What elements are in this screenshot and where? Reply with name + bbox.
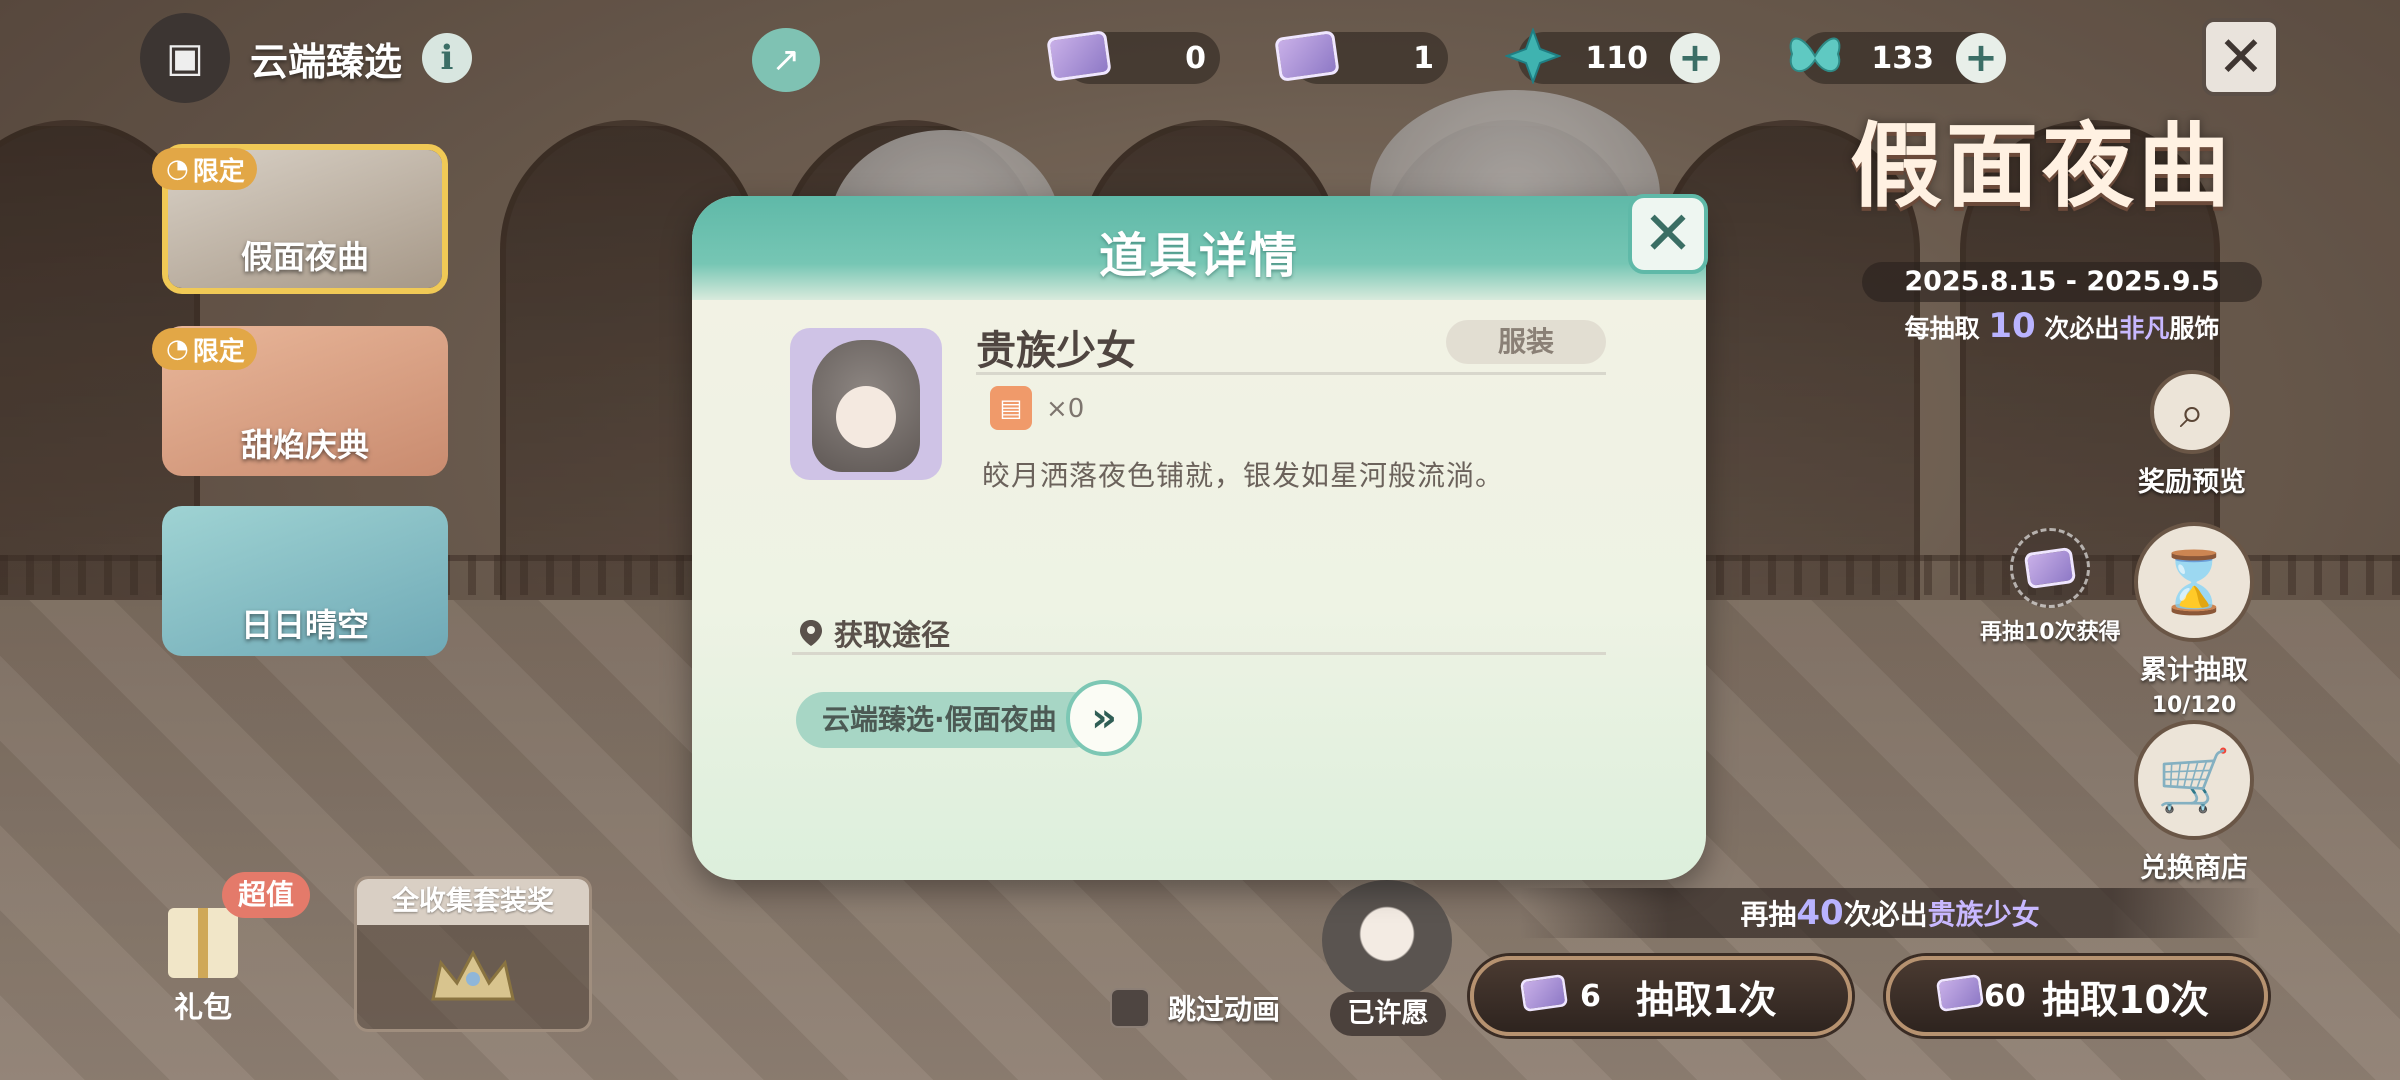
reward-preview-label: 奖励预览 <box>2138 467 2246 498</box>
guarantee-number: 40 <box>1796 893 1844 933</box>
note-text: 次必出 <box>2044 314 2120 343</box>
add-currency-button[interactable]: + <box>1956 33 2006 83</box>
guarantee-text: 再抽 <box>1740 898 1797 931</box>
currency-butterfly-gem: 133 + <box>1789 32 2006 84</box>
draw-cost: 6 <box>1580 978 1601 1014</box>
limited-tag-label: 限定 <box>192 156 245 187</box>
wish-ticket-icon <box>1935 973 1985 1013</box>
cumulative-progress: 10/120 <box>2151 693 2237 718</box>
bag-icon: ▤ <box>990 386 1032 430</box>
limited-tag: ◔ 限定 <box>152 328 257 370</box>
guarantee-banner: 再抽40次必出贵族少女 <box>1520 888 2260 938</box>
wish-ticket-icon <box>1519 973 1569 1013</box>
item-type-badge: 服装 <box>1446 320 1606 364</box>
draw-label: 抽取1次 <box>1636 977 1777 1022</box>
wish-ticket-icon <box>2010 528 2091 608</box>
skip-animation-toggle[interactable]: 跳过动画 <box>1110 988 1280 1028</box>
guarantee-highlight: 贵族少女 <box>1927 898 2040 931</box>
dialog-header: 道具详情 <box>692 196 1706 300</box>
owned-count: ×0 <box>1046 394 1085 424</box>
note-text: 每抽取 <box>1904 314 1980 343</box>
add-currency-button[interactable]: + <box>1670 33 1720 83</box>
location-pin-icon <box>800 620 822 646</box>
currency-value: 110 <box>1585 40 1648 76</box>
guarantee-text: 次必出 <box>1843 898 1928 931</box>
shop-label: 兑换商店 <box>2140 853 2248 884</box>
banner-label: 甜焰庆典 <box>240 426 369 464</box>
currency-value: 0 <box>1185 40 1206 76</box>
wished-item-avatar[interactable] <box>1322 880 1452 1000</box>
item-detail-dialog: 道具详情 贵族少女 服装 ▤ ×0 皎月洒落夜色铺就，银发如星河般流淌。 获取途… <box>692 196 1706 880</box>
event-logo: 假面夜曲 <box>1850 112 2235 220</box>
cumulative-label: 累计抽取 <box>2140 655 2248 686</box>
gift-label: 礼包 <box>173 990 232 1024</box>
gift-icon <box>168 908 238 978</box>
draw-label: 抽取10次 <box>2042 977 2209 1022</box>
super-value-tag: 超值 <box>222 872 311 918</box>
limited-tag-label: 限定 <box>192 336 245 367</box>
wish-ticket-purple-icon <box>1274 26 1340 86</box>
shop-cart-icon: 🛒 <box>2134 720 2254 840</box>
hourglass-icon: ⌛ <box>2134 522 2254 642</box>
top-header: ▣ 云端臻选 i <box>140 13 473 103</box>
close-page-button[interactable]: ✕ <box>2202 18 2280 96</box>
page-title: 云端臻选 <box>250 39 403 84</box>
exchange-shop-button[interactable]: 🛒 兑换商店 <box>2134 720 2254 885</box>
skip-animation-label: 跳过动画 <box>1168 993 1281 1026</box>
draw-ten-button[interactable]: 60 抽取10次 <box>1886 956 2268 1036</box>
draw-cost: 60 <box>1984 978 2026 1014</box>
banner-label: 假面夜曲 <box>240 238 369 276</box>
magnifier-icon: ⌕ <box>2150 370 2234 454</box>
source-link[interactable]: 云端臻选·假面夜曲 <box>796 692 1100 748</box>
butterfly-gem-icon <box>1782 26 1848 86</box>
face-preview <box>836 386 896 448</box>
event-date: 2025.8.15 - 2025.9.5 <box>1862 262 2262 302</box>
currency-star-gem: 110 + <box>1505 28 1720 84</box>
crown-icon <box>431 949 515 1001</box>
goto-source-button[interactable]: » <box>1066 680 1142 756</box>
collect-title: 全收集套装奖 <box>357 879 589 925</box>
note-highlight: 非凡 <box>2119 314 2170 343</box>
full-collection-reward[interactable]: 全收集套装奖 <box>354 876 592 1032</box>
bonus-label: 再抽10次获得 <box>1980 620 2121 645</box>
dialog-title: 道具详情 <box>1098 228 1299 284</box>
clock-icon: ◔ <box>166 334 189 364</box>
item-thumbnail <box>790 328 942 480</box>
item-name: 贵族少女 <box>976 328 1136 374</box>
limited-tag: ◔ 限定 <box>152 148 257 190</box>
cloud-box-icon[interactable]: ▣ <box>140 13 230 103</box>
note-number: 10 <box>1988 306 2036 346</box>
wished-label: 已许愿 <box>1330 992 1446 1036</box>
reward-preview-button[interactable]: ⌕ 奖励预览 <box>2138 370 2246 499</box>
divider <box>792 652 1606 655</box>
bonus-reward[interactable]: 再抽10次获得 <box>1980 528 2121 646</box>
currency-wish-ticket: 0 <box>1046 30 1220 84</box>
currency-value: 133 <box>1871 40 1934 76</box>
share-icon[interactable]: ↗ <box>752 28 820 92</box>
source-title-label: 获取途径 <box>834 618 951 652</box>
currency-value: 1 <box>1413 40 1434 76</box>
divider <box>976 372 1606 375</box>
star-gem-icon <box>1500 26 1566 86</box>
item-description: 皎月洒落夜色铺就，银发如星河般流淌。 <box>982 459 1505 492</box>
draw-once-button[interactable]: 6 抽取1次 <box>1470 956 1852 1036</box>
cumulative-draw-button[interactable]: ⌛ 累计抽取 10/120 <box>2134 522 2254 718</box>
note-text: 服饰 <box>2169 314 2220 343</box>
wish-ticket-icon <box>1046 26 1112 86</box>
gift-pack-button[interactable]: 礼包 <box>168 908 238 1026</box>
banner-tab-sunny-sky[interactable]: 日日晴空 <box>162 506 448 656</box>
clock-icon: ◔ <box>166 154 189 184</box>
source-section-title: 获取途径 <box>798 612 950 654</box>
banner-label: 日日晴空 <box>240 606 369 644</box>
skip-animation-checkbox[interactable] <box>1110 988 1150 1028</box>
info-icon[interactable]: i <box>422 33 473 83</box>
currency-wish-ticket-purple: 1 <box>1274 30 1448 84</box>
event-guarantee-note: 每抽取 10 次必出非凡服饰 <box>1862 306 2262 346</box>
close-dialog-button[interactable]: ✕ <box>1628 194 1708 274</box>
